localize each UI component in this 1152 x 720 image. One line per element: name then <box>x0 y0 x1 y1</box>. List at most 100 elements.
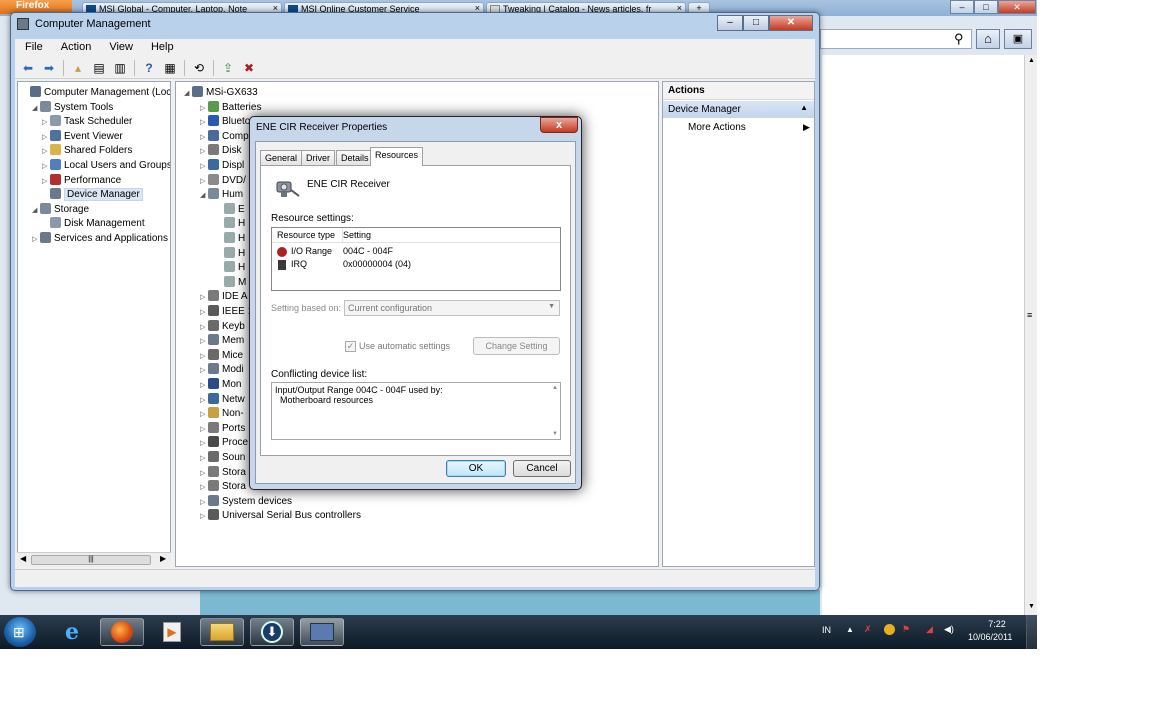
expander-icon[interactable]: ▷ <box>42 175 50 189</box>
clock-time[interactable]: 7:22 <box>982 619 1012 629</box>
maximize-button[interactable]: □ <box>974 0 998 14</box>
device-category[interactable]: ▷ Mem <box>200 334 244 348</box>
scan-hardware-icon[interactable]: ⟲ <box>190 59 208 77</box>
more-actions[interactable]: More Actions <box>688 122 746 133</box>
device-category[interactable]: ▷ Mice <box>200 348 243 363</box>
scroll-down-icon[interactable]: ▼ <box>552 431 558 437</box>
scroll-thumb[interactable]: ||| <box>31 555 151 565</box>
conflicting-device-list[interactable]: Input/Output Range 004C - 004F used by: … <box>271 382 561 440</box>
resource-row-io-range[interactable]: I/O Range 004C - 004F <box>276 246 556 259</box>
expander-icon[interactable]: ▷ <box>200 437 208 451</box>
use-automatic-settings-checkbox[interactable]: ✓ <box>345 341 356 352</box>
console-tree-node[interactable]: ▷ Local Users and Groups <box>42 159 170 174</box>
computer-management-taskbar-icon[interactable] <box>300 618 344 646</box>
device-category[interactable]: ▷ Comp <box>200 129 249 145</box>
expander-icon[interactable]: ▷ <box>200 481 208 495</box>
device-category[interactable]: H <box>216 261 245 275</box>
device-category[interactable]: ▷ Stora <box>200 465 246 481</box>
firefox-taskbar-icon[interactable] <box>100 618 144 646</box>
scroll-down-icon[interactable]: ▼ <box>1028 603 1035 610</box>
console-tree-hscrollbar[interactable]: ◀ ||| ▶ <box>17 552 171 567</box>
device-category[interactable]: ▷ DVD/ <box>200 173 246 189</box>
device-category[interactable]: ▷ Blueto <box>200 115 250 129</box>
properties-icon[interactable]: ▦ <box>161 59 179 77</box>
console-tree-node[interactable]: ◢ Storage <box>32 202 89 218</box>
expander-icon[interactable]: ▷ <box>42 116 50 130</box>
minimize-button[interactable]: – <box>950 0 974 14</box>
device-category[interactable]: M <box>216 275 246 290</box>
close-button[interactable]: ✕ <box>769 15 813 31</box>
device-category[interactable]: ▷ Keyb <box>200 319 245 335</box>
ok-button[interactable]: OK <box>446 460 506 477</box>
device-category[interactable]: ▷ Batteries <box>200 100 261 115</box>
device-category[interactable]: H <box>216 231 245 246</box>
tab-driver[interactable]: Driver <box>301 150 335 165</box>
console-tree-node[interactable]: ▷ Task Scheduler <box>42 115 132 129</box>
device-category[interactable]: ▷ Disk <box>200 144 241 158</box>
device-category[interactable]: ▷ IDE A <box>200 290 248 304</box>
firefox-scrollbar[interactable]: ▲ ≡ ▼ <box>1024 55 1037 615</box>
firefox-url-bar[interactable] <box>820 29 972 49</box>
expander-icon[interactable]: ▷ <box>200 116 208 130</box>
device-category[interactable]: ▷ Displ <box>200 158 244 173</box>
menu-action[interactable]: Action <box>51 39 100 57</box>
wifi-icon[interactable]: ◢ <box>926 624 933 635</box>
export-list-icon[interactable]: ▥ <box>111 59 129 77</box>
actions-device-manager[interactable]: Device Manager ▲ <box>663 101 814 118</box>
console-tree-node[interactable]: Disk Management <box>42 217 145 231</box>
console-tree-node[interactable]: ▷ Performance <box>42 173 121 189</box>
language-indicator[interactable]: IN <box>822 625 831 635</box>
expander-icon[interactable]: ▷ <box>200 467 208 481</box>
explorer-folder-icon[interactable] <box>200 618 244 646</box>
expander-icon[interactable]: ▷ <box>200 131 208 145</box>
console-tree-node[interactable]: ◢ System Tools <box>32 100 113 115</box>
device-category[interactable]: ▷ Modi <box>200 363 244 377</box>
expander-icon[interactable]: ◢ <box>184 87 192 101</box>
expander-icon[interactable]: ▷ <box>200 321 208 335</box>
tab-resources[interactable]: Resources <box>370 147 424 166</box>
scroll-right-icon[interactable]: ▶ <box>160 554 166 563</box>
device-category[interactable]: ▷ Stora <box>200 480 246 494</box>
device-category[interactable]: H <box>216 246 245 261</box>
expander-icon[interactable]: ▷ <box>42 160 50 174</box>
console-tree-node[interactable]: Computer Management (Local <box>22 86 170 100</box>
expander-icon[interactable]: ▷ <box>42 131 50 145</box>
expander-icon[interactable]: ▷ <box>200 408 208 422</box>
menu-view[interactable]: View <box>99 39 141 57</box>
expander-icon[interactable]: ▷ <box>200 306 208 320</box>
internet-explorer-icon[interactable]: e <box>50 618 94 646</box>
device-category[interactable]: ▷ Ports <box>200 421 245 437</box>
security-icon[interactable]: ⚑ <box>902 624 910 635</box>
expander-icon[interactable]: ▷ <box>42 145 50 159</box>
back-arrow-icon[interactable]: ⬅ <box>19 59 37 77</box>
device-category[interactable]: E <box>216 202 245 217</box>
media-player-icon[interactable]: ▶ <box>150 618 194 646</box>
console-tree-node[interactable]: ▷ Services and Applications <box>32 232 168 246</box>
expander-icon[interactable]: ▷ <box>200 423 208 437</box>
resource-row-irq[interactable]: IRQ 0x00000004 (04) <box>276 259 556 272</box>
forward-arrow-icon[interactable]: ➡ <box>40 59 58 77</box>
close-button[interactable]: ✕ <box>998 0 1036 14</box>
scroll-up-icon[interactable]: ▲ <box>552 385 558 391</box>
minimize-button[interactable]: – <box>717 15 743 31</box>
expander-icon[interactable]: ◢ <box>32 204 40 218</box>
up-folder-icon[interactable]: ▴ <box>69 59 87 77</box>
setting-based-on-select[interactable]: Current configuration ▼ <box>344 300 560 316</box>
device-category[interactable]: ▷ IEEE 1 <box>200 304 253 320</box>
device-tree-root[interactable]: ◢ MSi-GX633 <box>184 86 258 100</box>
console-tree-node[interactable]: Device Manager <box>42 188 143 202</box>
device-category[interactable]: ▷ System devices <box>200 494 292 509</box>
device-category[interactable]: H <box>216 217 245 231</box>
search-icon[interactable]: ⚲ <box>954 31 964 47</box>
expander-icon[interactable]: ▷ <box>200 379 208 393</box>
device-category[interactable]: ▷ Proce <box>200 436 248 450</box>
tab-general[interactable]: General <box>260 150 303 165</box>
scroll-up-icon[interactable]: ▲ <box>1028 57 1035 64</box>
expander-icon[interactable]: ▷ <box>200 175 208 189</box>
expander-icon[interactable]: ▷ <box>200 452 208 466</box>
device-category[interactable]: ▷ Soun <box>200 450 245 466</box>
update-notifier-icon[interactable] <box>884 624 895 635</box>
expander-icon[interactable]: ▷ <box>200 335 208 349</box>
scroll-left-icon[interactable]: ◀ <box>20 554 26 563</box>
console-tree-node[interactable]: ▷ Event Viewer <box>42 129 123 145</box>
